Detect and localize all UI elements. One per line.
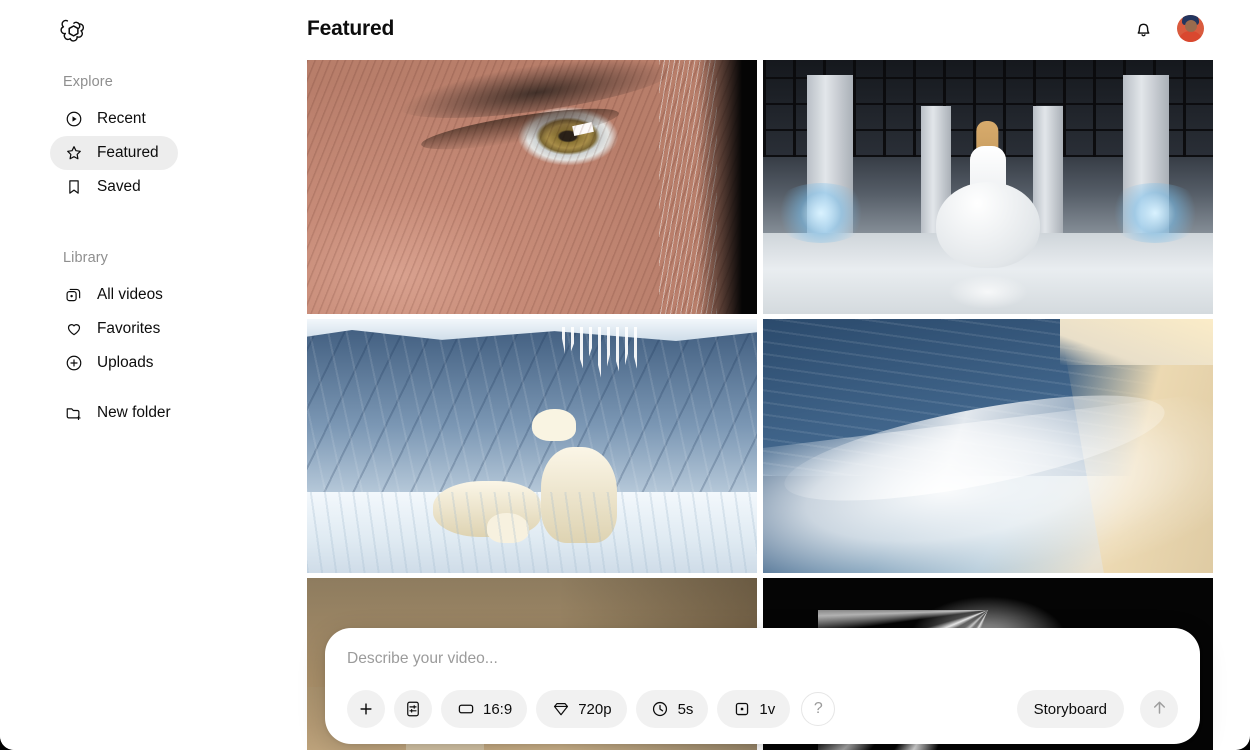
video-tile[interactable] xyxy=(763,319,1213,573)
bell-icon[interactable] xyxy=(1129,14,1157,42)
sidebar-item-label: Uploads xyxy=(97,355,153,370)
sidebar-item-new-folder[interactable]: New folder xyxy=(50,396,210,430)
arrow-up-icon xyxy=(1150,698,1169,720)
add-attachment-button[interactable] xyxy=(347,690,385,728)
nav-group-library: Library All videos Fa xyxy=(0,250,210,430)
duration-label: 5s xyxy=(678,701,694,718)
video-tile[interactable] xyxy=(307,60,757,314)
thumb-detail xyxy=(1105,183,1205,243)
variations-icon xyxy=(732,700,751,719)
sidebar-item-favorites[interactable]: Favorites xyxy=(50,312,210,346)
prompt-composer: 16:9 720p 5s xyxy=(325,628,1200,744)
thumb-detail xyxy=(936,182,1040,268)
sidebar-item-recent[interactable]: Recent xyxy=(50,102,178,136)
thumb-detail xyxy=(307,319,757,497)
star-icon xyxy=(64,144,83,163)
resolution-label: 720p xyxy=(578,701,611,718)
heart-icon xyxy=(64,320,83,339)
sidebar-item-all-videos[interactable]: All videos xyxy=(50,278,210,312)
sidebar-item-saved[interactable]: Saved xyxy=(50,170,178,204)
header-actions xyxy=(1129,14,1204,42)
sidebar-item-featured[interactable]: Featured xyxy=(50,136,178,170)
send-button[interactable] xyxy=(1140,690,1178,728)
prompt-input[interactable] xyxy=(347,650,1178,690)
sidebar-item-label: Recent xyxy=(97,111,146,126)
videos-stack-icon xyxy=(64,286,83,305)
video-tile[interactable] xyxy=(763,60,1213,314)
thumb-detail xyxy=(771,183,871,243)
sidebar-item-label: Featured xyxy=(97,145,159,160)
nav-group-explore: Explore Recent Featured xyxy=(0,74,178,204)
avatar-face xyxy=(1185,20,1197,32)
thumb-detail xyxy=(307,492,757,573)
plus-circle-icon xyxy=(64,354,83,373)
openai-logo-icon[interactable] xyxy=(58,16,88,46)
variations-button[interactable]: 1v xyxy=(717,690,790,728)
folder-plus-icon xyxy=(64,404,83,423)
prompt-toolbar: 16:9 720p 5s xyxy=(347,690,1178,728)
sidebar-item-label: New folder xyxy=(97,405,171,420)
variations-label: 1v xyxy=(759,701,775,718)
storyboard-button[interactable]: Storyboard xyxy=(1017,690,1124,728)
play-circle-icon xyxy=(64,110,83,129)
aspect-ratio-button[interactable]: 16:9 xyxy=(441,690,527,728)
thumb-detail xyxy=(697,60,757,314)
nav-group-label-explore: Explore xyxy=(0,74,178,90)
plus-icon xyxy=(357,700,376,719)
bookmark-icon xyxy=(64,178,83,197)
aspect-ratio-icon xyxy=(456,700,475,719)
sidebar-item-uploads[interactable]: Uploads xyxy=(50,346,210,380)
avatar[interactable] xyxy=(1177,15,1204,42)
clock-icon xyxy=(651,700,670,719)
video-tile[interactable] xyxy=(307,319,757,573)
top-header: Featured xyxy=(307,0,1250,58)
thumb-detail xyxy=(1060,319,1213,365)
sidebar-item-label: Favorites xyxy=(97,321,160,336)
aspect-ratio-label: 16:9 xyxy=(483,701,512,718)
thumb-detail xyxy=(948,275,1028,309)
nav-group-label-library: Library xyxy=(0,250,210,266)
presets-button[interactable] xyxy=(394,690,432,728)
page-title: Featured xyxy=(307,17,394,41)
help-button[interactable]: ? xyxy=(801,692,835,726)
duration-button[interactable]: 5s xyxy=(636,690,709,728)
presets-icon xyxy=(404,700,423,719)
avatar-body xyxy=(1178,31,1203,42)
thumb-detail xyxy=(532,409,576,441)
diamond-icon xyxy=(551,700,570,719)
sidebar: Explore Recent Featured xyxy=(0,0,307,750)
sidebar-item-label: All videos xyxy=(97,287,163,302)
sidebar-item-label: Saved xyxy=(97,179,141,194)
app-window: Explore Recent Featured xyxy=(0,0,1250,750)
resolution-button[interactable]: 720p xyxy=(536,690,626,728)
